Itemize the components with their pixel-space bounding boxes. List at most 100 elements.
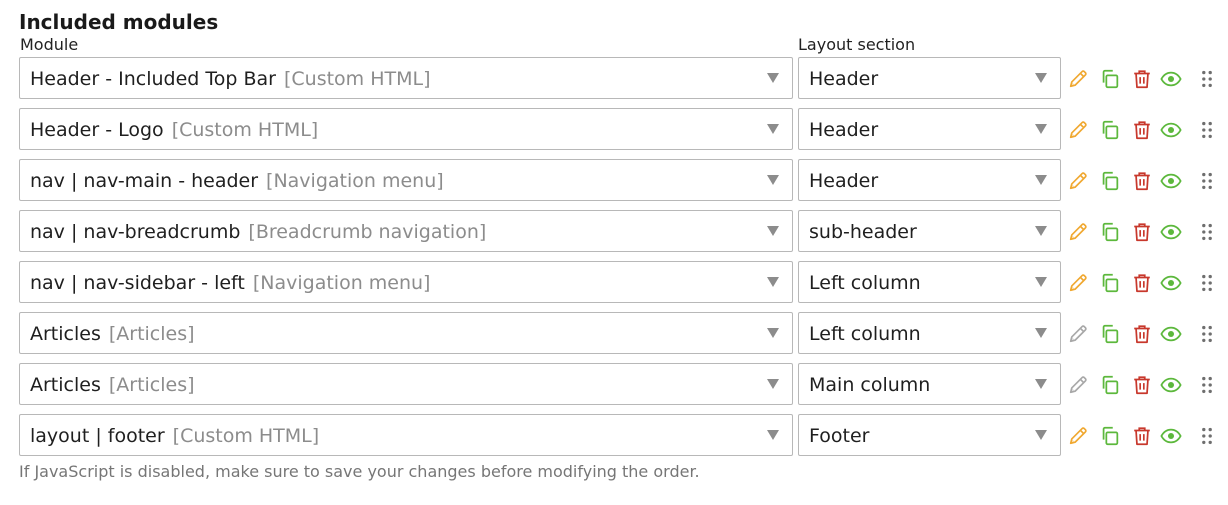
pencil-icon xyxy=(1067,374,1089,396)
chevron-down-icon xyxy=(1035,175,1047,185)
eye-icon[interactable] xyxy=(1160,374,1182,396)
trash-icon[interactable] xyxy=(1131,170,1153,192)
module-type: [Custom HTML] xyxy=(283,68,431,90)
module-name: Articles xyxy=(30,374,101,396)
copy-icon[interactable] xyxy=(1099,323,1121,345)
chevron-down-icon xyxy=(767,175,779,185)
layout-section-select[interactable]: Header xyxy=(798,108,1061,150)
eye-icon[interactable] xyxy=(1160,170,1182,192)
eye-icon[interactable] xyxy=(1160,68,1182,90)
module-type: [Navigation menu] xyxy=(266,170,444,192)
pencil-icon[interactable] xyxy=(1067,425,1089,447)
layout-section-select[interactable]: Left column xyxy=(798,261,1061,303)
eye-icon[interactable] xyxy=(1160,119,1182,141)
trash-icon[interactable] xyxy=(1131,374,1153,396)
module-row: Articles [Articles] Main column xyxy=(0,363,1228,407)
chevron-down-icon xyxy=(767,73,779,83)
layout-section-select[interactable]: Header xyxy=(798,159,1061,201)
layout-section-value: Left column xyxy=(809,323,921,345)
trash-icon[interactable] xyxy=(1131,272,1153,294)
eye-icon[interactable] xyxy=(1160,221,1182,243)
module-row: Articles [Articles] Left column xyxy=(0,312,1228,356)
module-name: Header - Logo xyxy=(30,119,164,141)
chevron-down-icon xyxy=(1035,430,1047,440)
copy-icon[interactable] xyxy=(1099,425,1121,447)
module-type: [Breadcrumb navigation] xyxy=(248,221,487,243)
module-select[interactable]: Articles [Articles] xyxy=(19,363,793,405)
chevron-down-icon xyxy=(1035,328,1047,338)
drag-handle-icon[interactable] xyxy=(1196,425,1212,447)
layout-section-select[interactable]: Left column xyxy=(798,312,1061,354)
eye-icon[interactable] xyxy=(1160,323,1182,345)
pencil-icon xyxy=(1067,323,1089,345)
pencil-icon[interactable] xyxy=(1067,68,1089,90)
drag-handle-icon[interactable] xyxy=(1196,272,1212,294)
module-select[interactable]: nav | nav-sidebar - left [Navigation menu… xyxy=(19,261,793,303)
drag-handle-icon[interactable] xyxy=(1196,221,1212,243)
layout-section-value: Left column xyxy=(809,272,921,294)
chevron-down-icon xyxy=(767,124,779,134)
module-name: nav | nav-breadcrumb xyxy=(30,221,241,243)
copy-icon[interactable] xyxy=(1099,68,1121,90)
pencil-icon[interactable] xyxy=(1067,272,1089,294)
drag-handle-icon[interactable] xyxy=(1196,119,1212,141)
chevron-down-icon xyxy=(767,277,779,287)
layout-section-select[interactable]: Header xyxy=(798,57,1061,99)
pencil-icon[interactable] xyxy=(1067,119,1089,141)
module-row: nav | nav-sidebar - left [Navigation menu… xyxy=(0,261,1228,305)
chevron-down-icon xyxy=(1035,73,1047,83)
eye-icon[interactable] xyxy=(1160,272,1182,294)
drag-handle-icon[interactable] xyxy=(1196,374,1212,396)
layout-section-value: Header xyxy=(809,68,879,90)
chevron-down-icon xyxy=(1035,277,1047,287)
section-title: Included modules xyxy=(19,10,219,34)
pencil-icon[interactable] xyxy=(1067,221,1089,243)
module-select[interactable]: Header - Logo [Custom HTML] xyxy=(19,108,793,150)
module-row: nav | nav-main - header [Navigation menu]… xyxy=(0,159,1228,203)
drag-handle-icon[interactable] xyxy=(1196,323,1212,345)
chevron-down-icon xyxy=(767,226,779,236)
module-select[interactable]: nav | nav-main - header [Navigation menu] xyxy=(19,159,793,201)
module-type: [Articles] xyxy=(108,374,195,396)
copy-icon[interactable] xyxy=(1099,119,1121,141)
eye-icon[interactable] xyxy=(1160,425,1182,447)
trash-icon[interactable] xyxy=(1131,68,1153,90)
module-type: [Custom HTML] xyxy=(171,119,319,141)
module-select[interactable]: layout | footer [Custom HTML] xyxy=(19,414,793,456)
module-column-label: Module xyxy=(20,35,79,54)
copy-icon[interactable] xyxy=(1099,221,1121,243)
module-name: nav | nav-main - header xyxy=(30,170,259,192)
module-row: Header - Included Top Bar [Custom HTML] H… xyxy=(0,57,1228,101)
trash-icon[interactable] xyxy=(1131,323,1153,345)
module-row: Header - Logo [Custom HTML] Header xyxy=(0,108,1228,152)
module-select[interactable]: nav | nav-breadcrumb [Breadcrumb navigati… xyxy=(19,210,793,252)
copy-icon[interactable] xyxy=(1099,272,1121,294)
module-select[interactable]: Header - Included Top Bar [Custom HTML] xyxy=(19,57,793,99)
layout-section-value: sub-header xyxy=(809,221,917,243)
pencil-icon[interactable] xyxy=(1067,170,1089,192)
module-type: [Articles] xyxy=(108,323,195,345)
copy-icon[interactable] xyxy=(1099,170,1121,192)
module-name: Header - Included Top Bar xyxy=(30,68,276,90)
module-name: Articles xyxy=(30,323,101,345)
layout-section-value: Header xyxy=(809,119,879,141)
drag-handle-icon[interactable] xyxy=(1196,68,1212,90)
trash-icon[interactable] xyxy=(1131,221,1153,243)
drag-handle-icon[interactable] xyxy=(1196,170,1212,192)
module-select[interactable]: Articles [Articles] xyxy=(19,312,793,354)
chevron-down-icon xyxy=(767,430,779,440)
chevron-down-icon xyxy=(1035,226,1047,236)
layout-section-select[interactable]: Main column xyxy=(798,363,1061,405)
trash-icon[interactable] xyxy=(1131,119,1153,141)
chevron-down-icon xyxy=(767,328,779,338)
module-type: [Custom HTML] xyxy=(172,425,320,447)
layout-section-value: Header xyxy=(809,170,879,192)
copy-icon[interactable] xyxy=(1099,374,1121,396)
layout-section-select[interactable]: sub-header xyxy=(798,210,1061,252)
module-row: layout | footer [Custom HTML] Footer xyxy=(0,414,1228,458)
layout-section-select[interactable]: Footer xyxy=(798,414,1061,456)
javascript-note: If JavaScript is disabled, make sure to … xyxy=(19,462,700,481)
trash-icon[interactable] xyxy=(1131,425,1153,447)
layout-section-value: Main column xyxy=(809,374,931,396)
chevron-down-icon xyxy=(767,379,779,389)
